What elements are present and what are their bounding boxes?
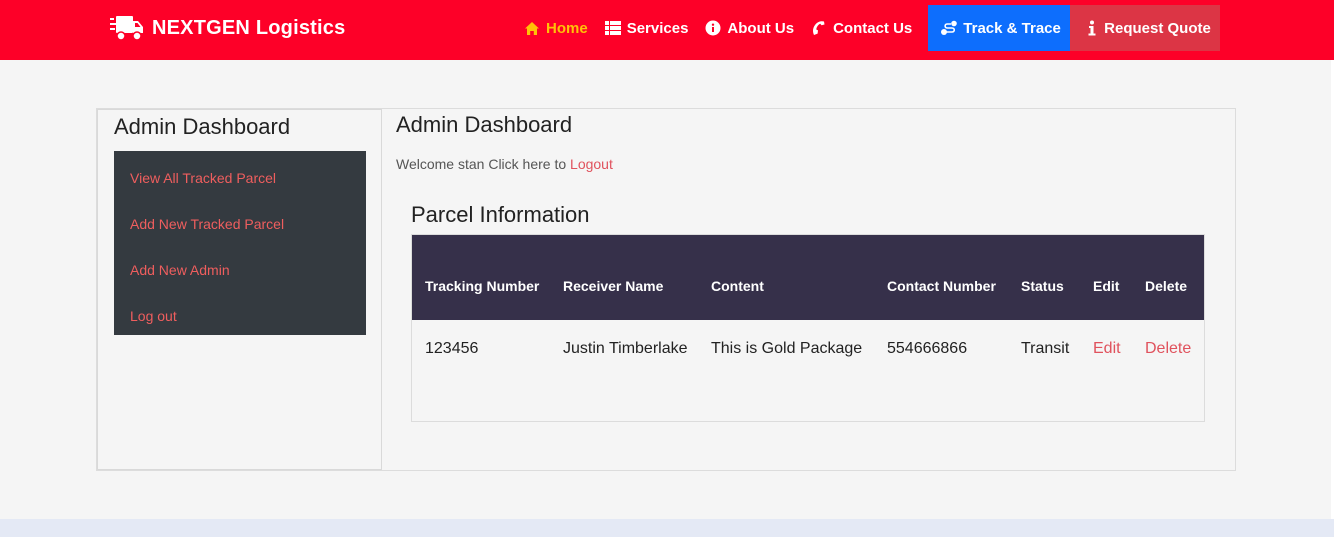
column-header: Delete	[1145, 278, 1188, 294]
nav-home-label: Home	[546, 19, 588, 37]
cell-tracking-number: 123456	[425, 340, 479, 357]
nav-about[interactable]: About Us	[696, 5, 802, 51]
nav-quote-label: Request Quote	[1104, 19, 1211, 37]
cell-receiver-name: Justin Timberlake	[563, 340, 688, 357]
brand-link[interactable]: NEXTGEN Logistics	[110, 14, 345, 42]
cell-status: Transit	[1021, 340, 1070, 357]
edit-link[interactable]: Edit	[1093, 340, 1121, 357]
nav-about-label: About Us	[727, 19, 795, 37]
column-header: Tracking Number	[425, 278, 540, 294]
welcome-text: Welcome stan Click here to	[396, 156, 567, 172]
cell-content: This is Gold Package	[711, 340, 863, 357]
nav-request-quote[interactable]: Request Quote	[1069, 5, 1220, 51]
info-circle-icon	[704, 19, 722, 37]
nav-contact[interactable]: Contact Us	[802, 5, 920, 51]
sidebar-link-logout[interactable]: Log out	[114, 308, 177, 324]
page-title: Admin Dashboard	[396, 112, 573, 137]
welcome-message: Welcome stan Click here to Logout	[396, 156, 613, 172]
route-icon	[940, 19, 958, 37]
nav-services-label: Services	[626, 19, 689, 37]
sidebar-item-add-parcel: Add New Tracked Parcel	[114, 201, 366, 247]
dashboard-panel: Admin Dashboard View All Tracked Parcel …	[96, 108, 1236, 471]
sidebar-link-add-admin[interactable]: Add New Admin	[114, 262, 230, 278]
parcel-table-container: Tracking Number Receiver Name Content Co…	[411, 234, 1205, 422]
column-header: Status	[1021, 278, 1064, 294]
column-header: Edit	[1093, 278, 1120, 294]
brand-name: NEXTGEN Logistics	[152, 16, 346, 39]
table-header-row: Tracking Number Receiver Name Content Co…	[412, 235, 1204, 320]
nav-home[interactable]: Home	[515, 5, 596, 51]
sidebar-item-add-admin: Add New Admin	[114, 247, 366, 293]
cell-contact-number: 554666866	[887, 340, 968, 357]
truck-icon	[110, 16, 143, 41]
logout-link[interactable]: Logout	[570, 156, 613, 172]
cell-edit: Edit	[1080, 320, 1132, 364]
section-title: Parcel Information	[411, 202, 590, 227]
info-icon	[1084, 19, 1099, 37]
delete-link[interactable]: Delete	[1145, 340, 1191, 357]
nav-services[interactable]: Services	[596, 5, 697, 51]
phone-icon	[810, 19, 828, 37]
column-header: Receiver Name	[563, 278, 664, 294]
nav-track-label: Track & Trace	[963, 19, 1061, 37]
footer-strip	[0, 519, 1334, 537]
sidebar-item-view-parcels: View All Tracked Parcel	[114, 155, 366, 201]
sidebar-link-add-parcel[interactable]: Add New Tracked Parcel	[114, 216, 284, 232]
sidebar-item-logout: Log out	[114, 293, 366, 339]
sidebar-menu: View All Tracked Parcel Add New Tracked …	[114, 151, 366, 335]
column-header: Contact Number	[887, 278, 996, 294]
table-row: 123456 Justin Timberlake This is Gold Pa…	[412, 320, 1204, 364]
nav-track-trace[interactable]: Track & Trace	[928, 5, 1070, 51]
navbar: NEXTGEN Logistics Home Services About Us…	[0, 0, 1334, 60]
sidebar-link-view-parcels[interactable]: View All Tracked Parcel	[114, 170, 276, 186]
nav-contact-label: Contact Us	[833, 19, 913, 37]
cell-delete: Delete	[1132, 320, 1204, 364]
sidebar: Admin Dashboard View All Tracked Parcel …	[97, 109, 382, 470]
table-icon	[604, 19, 622, 37]
main-nav: Home Services About Us Contact Us Track …	[515, 5, 1220, 51]
home-icon	[523, 19, 541, 37]
column-header: Content	[711, 278, 764, 294]
sidebar-title: Admin Dashboard	[114, 114, 291, 139]
parcel-table: Tracking Number Receiver Name Content Co…	[412, 235, 1204, 364]
